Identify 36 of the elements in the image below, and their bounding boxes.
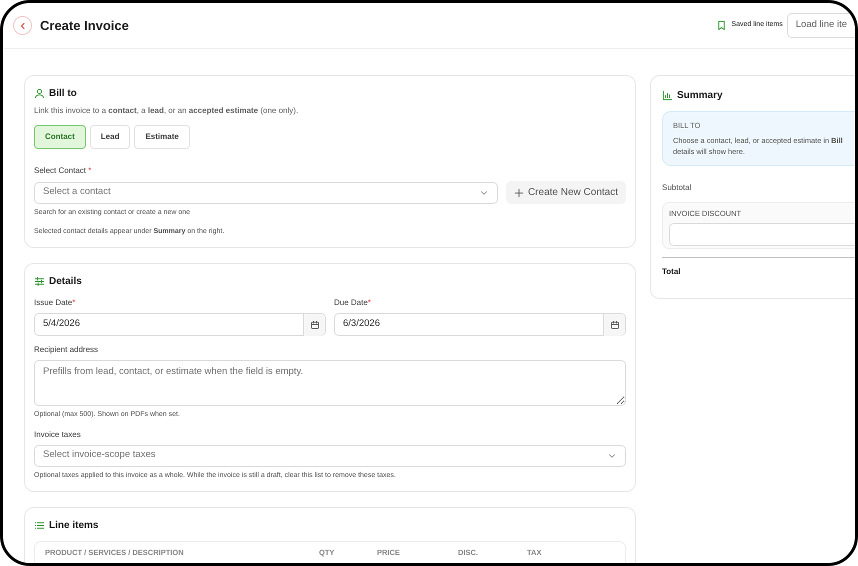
address-field[interactable]: Prefills from lead, contact, or estimate when the field is empty. <box>34 360 626 406</box>
discount-field[interactable] <box>669 222 855 246</box>
card-title: Details <box>49 275 82 289</box>
sliders-icon <box>34 276 45 287</box>
taxes-select[interactable]: Select invoice-scope taxes <box>34 444 626 466</box>
card-title: Bill to <box>49 87 77 101</box>
toggle-button[interactable]: Contact <box>34 125 86 149</box>
calendar-button[interactable] <box>303 314 325 336</box>
date-field[interactable]: 6/3/2026 <box>334 313 626 336</box>
calendar-icon <box>310 320 320 330</box>
card-description: Link this invoice to a contact, a lead, or an accepted estimate (one only). <box>34 105 300 117</box>
plus-icon <box>514 188 524 198</box>
card-title: Line items <box>49 519 98 533</box>
person-icon <box>34 88 45 99</box>
field-label: Due Date* <box>334 297 372 309</box>
load-button[interactable]: Load line ite <box>786 13 855 38</box>
calendar-button[interactable] <box>603 314 625 336</box>
back-button[interactable] <box>13 16 32 35</box>
field-label: Invoice taxes <box>34 428 82 440</box>
bookmark-icon <box>716 20 728 31</box>
bar-chart-icon <box>662 90 673 101</box>
create-contact-button[interactable]: Create New Contact <box>506 181 626 204</box>
field-label: Issue Date* <box>34 297 76 309</box>
field-label: Select Contact * <box>34 165 92 177</box>
page-title: Create Invoice <box>40 16 129 35</box>
calendar-icon <box>610 320 620 330</box>
contact-select[interactable]: Select a contact <box>34 182 498 204</box>
subtotal-label: Subtotal <box>662 182 692 194</box>
field-label: Recipient address <box>34 344 100 356</box>
card-title: Summary <box>677 89 723 103</box>
list-icon <box>34 520 45 531</box>
total-label: Total <box>662 266 682 278</box>
date-field[interactable]: 5/4/2026 <box>34 313 326 336</box>
chevron-left-icon <box>18 22 26 30</box>
toggle-button[interactable]: Lead <box>90 125 130 149</box>
toggle-button[interactable]: Estimate <box>134 125 190 149</box>
